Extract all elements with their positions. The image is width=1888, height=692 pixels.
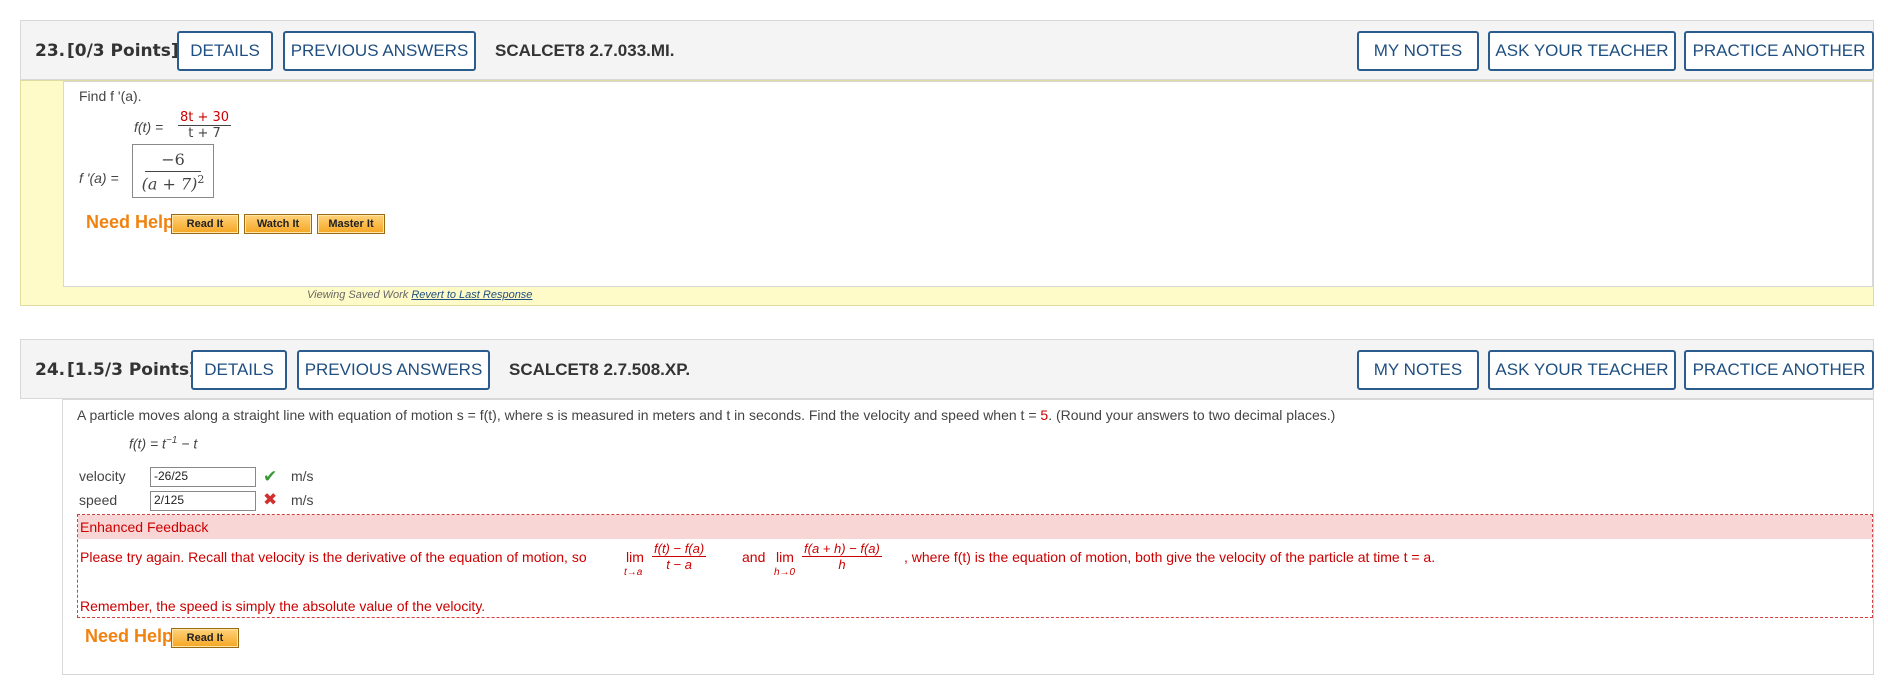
- lim-2-fraction: f(a + h) − f(a) h: [802, 541, 882, 572]
- lim-1-fraction: f(t) − f(a) t − a: [652, 541, 707, 572]
- function-lhs: f(t) =: [134, 119, 164, 135]
- feedback-line1-start: Please try again. Recall that velocity i…: [80, 549, 587, 565]
- speed-label: speed: [79, 492, 118, 508]
- question-number: 23.: [35, 41, 66, 61]
- question-code: SCALCET8 2.7.033.MI.: [495, 41, 675, 60]
- question-prompt: Find f '(a).: [79, 88, 142, 104]
- feedback-line2: Remember, the speed is simply the absolu…: [80, 598, 486, 614]
- master-it-button[interactable]: Master It: [317, 214, 385, 234]
- velocity-unit: m/s: [291, 468, 314, 484]
- speed-unit: m/s: [291, 492, 314, 508]
- question-23: 23. [0/3 Points] DETAILS PREVIOUS ANSWER…: [20, 20, 1874, 310]
- my-notes-button[interactable]: MY NOTES: [1357, 31, 1479, 71]
- lim-1-numerator: f(t) − f(a): [652, 541, 707, 557]
- answer-box[interactable]: −6 (a + 7)2: [132, 144, 214, 198]
- details-button[interactable]: DETAILS: [177, 31, 273, 71]
- question-24: 24. [1.5/3 Points] DETAILS PREVIOUS ANSW…: [20, 339, 1874, 679]
- question-number: 24.: [35, 360, 66, 380]
- question-content: Find f '(a). f(t) = 8t + 30 t + 7 f '(a)…: [63, 81, 1873, 287]
- answer-numerator: −6: [145, 150, 201, 172]
- question-points: [1.5/3 Points]: [67, 360, 197, 380]
- watch-it-button[interactable]: Watch It: [244, 214, 312, 234]
- practice-another-button[interactable]: PRACTICE ANOTHER: [1684, 31, 1874, 71]
- lim-2-subscript: h→0: [774, 567, 796, 578]
- ask-your-teacher-button[interactable]: ASK YOUR TEACHER: [1488, 31, 1676, 71]
- question-code: SCALCET8 2.7.508.XP.: [509, 360, 691, 379]
- need-help-label: Need Help?: [85, 626, 185, 646]
- check-icon: ✔: [263, 467, 278, 487]
- function-definition: f(t) = t−1 − t: [129, 435, 197, 452]
- feedback-line1-end: , where f(t) is the equation of motion, …: [904, 549, 1436, 565]
- function-tail: − t: [177, 435, 198, 452]
- details-button[interactable]: DETAILS: [191, 350, 287, 390]
- question-prompt: A particle moves along a straight line w…: [77, 407, 1335, 423]
- function-denominator: t + 7: [188, 126, 221, 141]
- lim-1-text: lim: [626, 549, 644, 565]
- revert-link[interactable]: Revert to Last Response: [411, 289, 532, 301]
- lim-1-denominator: t − a: [666, 557, 692, 572]
- prompt-text: A particle moves along a straight line w…: [77, 407, 1041, 423]
- ask-your-teacher-button[interactable]: ASK YOUR TEACHER: [1488, 350, 1676, 390]
- feedback-header: [78, 515, 1872, 539]
- function-exponent: −1: [165, 435, 178, 446]
- function-text: f(t) = t: [129, 435, 166, 452]
- question-content: A particle moves along a straight line w…: [62, 399, 1874, 675]
- read-it-button[interactable]: Read It: [171, 628, 239, 648]
- practice-another-button[interactable]: PRACTICE ANOTHER: [1684, 350, 1874, 390]
- previous-answers-button[interactable]: PREVIOUS ANSWERS: [283, 31, 476, 71]
- function-numerator: 8t + 30: [178, 110, 232, 126]
- prompt-rounding: . (Round your answers to two decimal pla…: [1048, 407, 1336, 423]
- velocity-label: velocity: [79, 468, 126, 484]
- lim-2-denominator: h: [838, 557, 846, 572]
- velocity-input[interactable]: -26/25: [150, 467, 256, 487]
- question-body-saved: Find f '(a). f(t) = 8t + 30 t + 7 f '(a)…: [20, 80, 1874, 306]
- my-notes-button[interactable]: MY NOTES: [1357, 350, 1479, 390]
- lim-2-text: lim: [776, 549, 794, 565]
- answer-lhs: f '(a) =: [79, 170, 119, 186]
- function-fraction: 8t + 30 t + 7: [178, 110, 232, 141]
- lim-2-numerator: f(a + h) − f(a): [802, 541, 882, 557]
- question-header: 24. [1.5/3 Points] DETAILS PREVIOUS ANSW…: [20, 339, 1874, 399]
- question-header: 23. [0/3 Points] DETAILS PREVIOUS ANSWER…: [20, 20, 1874, 80]
- feedback-title: Enhanced Feedback: [80, 519, 209, 535]
- and-text: and: [742, 549, 766, 565]
- speed-input[interactable]: 2/125: [150, 491, 256, 511]
- read-it-button[interactable]: Read It: [171, 214, 239, 234]
- cross-icon: ✖: [263, 490, 278, 510]
- lim-1-subscript: t→a: [624, 567, 643, 578]
- previous-answers-button[interactable]: PREVIOUS ANSWERS: [297, 350, 490, 390]
- enhanced-feedback: Enhanced Feedback Please try again. Reca…: [77, 514, 1873, 618]
- question-points: [0/3 Points]: [67, 41, 179, 61]
- answer-denominator: (a + 7)2: [133, 173, 213, 193]
- answer-den-exp: 2: [197, 173, 205, 186]
- answer-den-base: (a + 7): [141, 174, 198, 194]
- saved-work-notice: Viewing Saved Work Revert to Last Respon…: [307, 289, 532, 301]
- saved-work-text: Viewing Saved Work: [307, 289, 409, 301]
